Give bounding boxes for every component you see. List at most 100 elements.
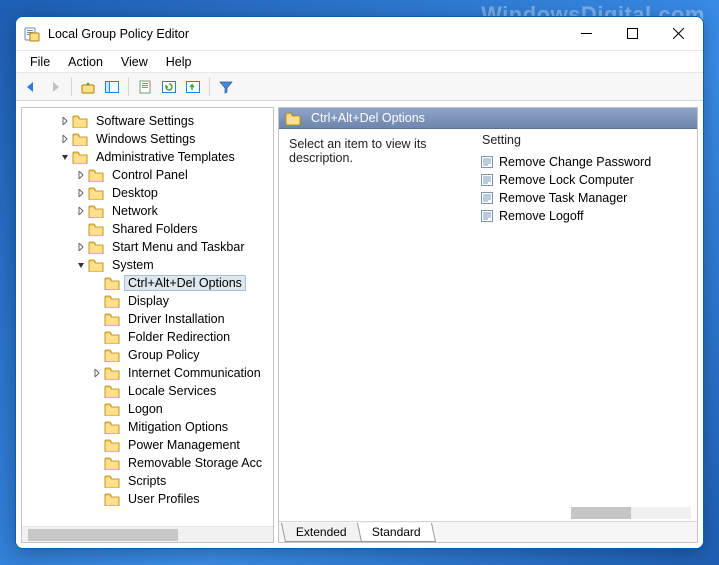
tree-item-label: Power Management: [124, 438, 244, 452]
app-icon: [24, 26, 40, 42]
menubar: File Action View Help: [16, 51, 703, 73]
tree-item[interactable]: Logon: [26, 400, 271, 418]
tree-item-label: Locale Services: [124, 384, 220, 398]
tree-item[interactable]: Windows Settings: [26, 130, 271, 148]
filter-button[interactable]: [215, 76, 237, 98]
tree-item[interactable]: Software Settings: [26, 112, 271, 130]
tree-item[interactable]: Control Panel: [26, 166, 271, 184]
chevron-right-icon[interactable]: [90, 366, 104, 380]
tree-item-label: Removable Storage Acc: [124, 456, 266, 470]
menu-help[interactable]: Help: [158, 53, 200, 71]
list-hscroll-thumb[interactable]: [571, 507, 631, 519]
tree-item[interactable]: Network: [26, 202, 271, 220]
tree-item-label: System: [108, 258, 158, 272]
settings-list[interactable]: Remove Change Password Remove Lock Comput…: [474, 151, 697, 505]
setting-label: Remove Lock Computer: [499, 173, 634, 187]
tab-standard[interactable]: Standard: [357, 523, 436, 542]
chevron-down-icon[interactable]: [74, 258, 88, 272]
tree-item[interactable]: Shared Folders: [26, 220, 271, 238]
tree-item[interactable]: Internet Communication: [26, 364, 271, 382]
tree-item[interactable]: Display: [26, 292, 271, 310]
chevron-right-icon[interactable]: [74, 204, 88, 218]
tree-item[interactable]: Group Policy: [26, 346, 271, 364]
properties-button[interactable]: [134, 76, 156, 98]
tree-item[interactable]: Start Menu and Taskbar: [26, 238, 271, 256]
tree-item-label: Network: [108, 204, 162, 218]
column-header-setting[interactable]: Setting: [474, 129, 697, 151]
tab-extended[interactable]: Extended: [281, 523, 362, 542]
tree-item-label: Display: [124, 294, 173, 308]
tree-item-label: Internet Communication: [124, 366, 265, 380]
tree-item[interactable]: System: [26, 256, 271, 274]
tree-item[interactable]: Locale Services: [26, 382, 271, 400]
forward-button[interactable]: [44, 76, 66, 98]
minimize-button[interactable]: [563, 19, 609, 49]
settings-list-panel: Setting Remove Change Password Remove Loc…: [474, 129, 697, 521]
setting-label: Remove Task Manager: [499, 191, 627, 205]
details-pane: Ctrl+Alt+Del Options Select an item to v…: [278, 107, 698, 543]
details-content: Select an item to view its description. …: [279, 129, 697, 521]
show-hide-tree-button[interactable]: [101, 76, 123, 98]
details-header: Ctrl+Alt+Del Options: [279, 108, 697, 129]
setting-item[interactable]: Remove Task Manager: [474, 189, 697, 207]
chevron-down-icon[interactable]: [58, 150, 72, 164]
tree-item[interactable]: User Profiles: [26, 490, 271, 508]
tree-item[interactable]: Folder Redirection: [26, 328, 271, 346]
setting-label: Remove Logoff: [499, 209, 584, 223]
policy-icon: [480, 191, 494, 205]
tree-item[interactable]: Scripts: [26, 472, 271, 490]
tree-item-label: Driver Installation: [124, 312, 229, 326]
chevron-right-icon[interactable]: [74, 168, 88, 182]
tree-hscroll-thumb[interactable]: [28, 529, 178, 541]
folder-icon: [72, 150, 88, 164]
maximize-button[interactable]: [609, 19, 655, 49]
chevron-right-icon[interactable]: [74, 186, 88, 200]
setting-item[interactable]: Remove Logoff: [474, 207, 697, 225]
tree-item[interactable]: Desktop: [26, 184, 271, 202]
tree-item[interactable]: Power Management: [26, 436, 271, 454]
setting-label: Remove Change Password: [499, 155, 651, 169]
menu-action[interactable]: Action: [60, 53, 111, 71]
folder-icon: [104, 456, 120, 470]
up-button[interactable]: [77, 76, 99, 98]
tree-item-label: Scripts: [124, 474, 170, 488]
toolbar: [16, 73, 703, 101]
tree-item-label: Administrative Templates: [92, 150, 239, 164]
details-tabs: Extended Standard: [279, 521, 697, 542]
tree-view[interactable]: Software SettingsWindows Settings Adminis…: [22, 108, 273, 526]
tree-item[interactable]: Mitigation Options: [26, 418, 271, 436]
refresh-button[interactable]: [158, 76, 180, 98]
tree-item-label: Desktop: [108, 186, 162, 200]
folder-icon: [88, 258, 104, 272]
tree-item[interactable]: Ctrl+Alt+Del Options: [26, 274, 271, 292]
toolbar-separator: [71, 78, 72, 96]
tree-item[interactable]: Removable Storage Acc: [26, 454, 271, 472]
window-title: Local Group Policy Editor: [48, 27, 563, 41]
chevron-right-icon[interactable]: [58, 114, 72, 128]
tree-item-label: Mitigation Options: [124, 420, 232, 434]
tree-item-label: Folder Redirection: [124, 330, 234, 344]
titlebar[interactable]: Local Group Policy Editor: [16, 17, 703, 51]
gpedit-window: Local Group Policy Editor File Action Vi…: [15, 16, 704, 549]
close-button[interactable]: [655, 19, 701, 49]
export-button[interactable]: [182, 76, 204, 98]
folder-icon: [104, 474, 120, 488]
menu-file[interactable]: File: [22, 53, 58, 71]
chevron-right-icon[interactable]: [74, 240, 88, 254]
setting-item[interactable]: Remove Change Password: [474, 153, 697, 171]
toolbar-separator: [209, 78, 210, 96]
tree-item-label: Control Panel: [108, 168, 192, 182]
folder-icon: [104, 276, 120, 290]
tree-hscrollbar[interactable]: [22, 526, 273, 542]
folder-icon: [88, 168, 104, 182]
back-button[interactable]: [20, 76, 42, 98]
menu-view[interactable]: View: [113, 53, 156, 71]
tree-item[interactable]: Driver Installation: [26, 310, 271, 328]
tree-item[interactable]: Administrative Templates: [26, 148, 271, 166]
folder-icon: [88, 222, 104, 236]
list-hscrollbar[interactable]: [474, 505, 697, 521]
setting-item[interactable]: Remove Lock Computer: [474, 171, 697, 189]
tree-pane: Software SettingsWindows Settings Adminis…: [21, 107, 274, 543]
tree-item-label: Group Policy: [124, 348, 204, 362]
chevron-right-icon[interactable]: [58, 132, 72, 146]
